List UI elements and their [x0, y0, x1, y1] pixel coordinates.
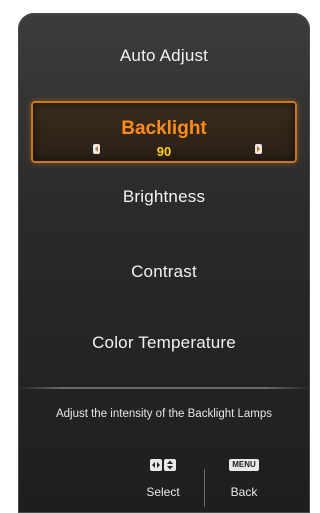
up-down-key-icon [164, 459, 176, 471]
select-hint: Select [128, 459, 198, 509]
menu-item-brightness[interactable]: Brightness [18, 187, 310, 207]
back-label: Back [230, 485, 258, 499]
right-arrow-icon[interactable] [255, 144, 262, 154]
left-right-key-icon [150, 459, 162, 471]
menu-item-backlight-selected[interactable]: Backlight 90 [31, 101, 297, 163]
backlight-label: Backlight [121, 118, 207, 139]
back-hint: MENU Back [214, 459, 274, 509]
divider [18, 387, 310, 389]
menu-item-auto-adjust[interactable]: Auto Adjust [18, 46, 310, 66]
select-label: Select [146, 485, 180, 499]
footer-separator [204, 469, 205, 507]
menu-key-icon: MENU [229, 459, 259, 471]
menu-item-contrast[interactable]: Contrast [18, 262, 310, 282]
help-text: Adjust the intensity of the Backlight La… [55, 408, 273, 420]
osd-menu-panel: Auto Adjust Backlight 90 Brightness Cont… [18, 13, 310, 513]
menu-item-color-temperature[interactable]: Color Temperature [18, 333, 310, 353]
